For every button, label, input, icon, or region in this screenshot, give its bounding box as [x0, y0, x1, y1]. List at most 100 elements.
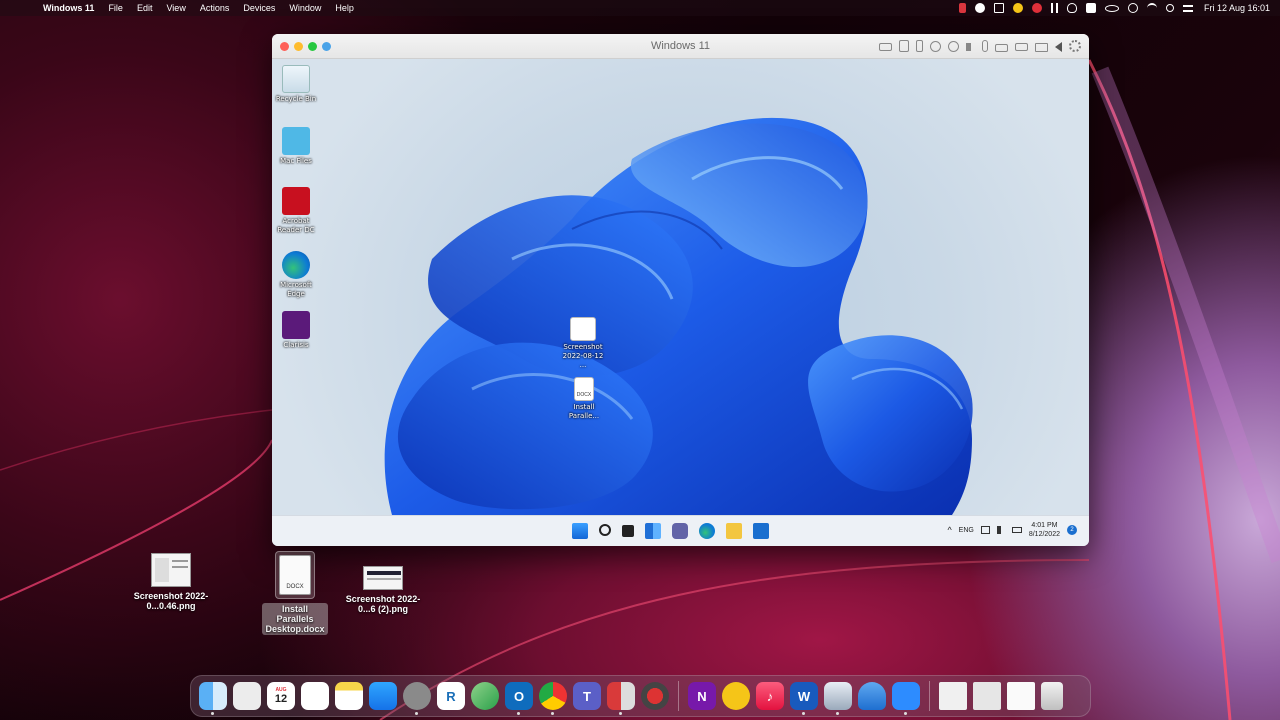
edge-taskbar-icon[interactable] — [699, 523, 715, 539]
battery-icon[interactable] — [1011, 527, 1022, 533]
teams-icon[interactable]: T — [573, 682, 601, 710]
language-indicator[interactable]: ENG — [959, 527, 974, 534]
menu-file[interactable]: File — [101, 3, 130, 13]
reminders-icon[interactable] — [301, 682, 329, 710]
trash-icon[interactable] — [1041, 682, 1063, 710]
printer-icon[interactable] — [995, 43, 1008, 52]
recycle-bin-shortcut[interactable]: Recycle Bin — [272, 65, 320, 104]
dock-separator — [929, 681, 930, 711]
keyboard-input-icon[interactable] — [1085, 3, 1096, 13]
menu-help[interactable]: Help — [328, 3, 361, 13]
screenshots-stack-icon[interactable] — [1007, 682, 1035, 710]
folder-icon — [282, 127, 310, 155]
zoom-icon[interactable] — [892, 682, 920, 715]
calendar-icon[interactable]: AUG 12 — [267, 682, 295, 710]
finder-icon[interactable] — [199, 682, 227, 715]
menu-edit[interactable]: Edit — [130, 3, 160, 13]
word-icon[interactable]: W — [790, 682, 818, 715]
task-view-icon[interactable] — [622, 525, 634, 537]
downloads-stack-icon[interactable] — [939, 682, 967, 710]
cyberduck-icon[interactable] — [722, 682, 750, 710]
selected-highlight: DOCX — [275, 551, 315, 599]
shared-folder-icon[interactable] — [1035, 42, 1048, 52]
mac-files-shortcut[interactable]: Mac Files — [272, 127, 320, 166]
notification-badge[interactable]: 2 — [1067, 525, 1077, 535]
volume-icon[interactable] — [996, 526, 1005, 534]
documents-stack-icon[interactable] — [973, 682, 1001, 710]
menu-actions[interactable]: Actions — [193, 3, 237, 13]
cpu-icon[interactable] — [899, 40, 909, 52]
search-icon[interactable] — [1165, 4, 1174, 12]
acrobat-icon — [282, 187, 310, 215]
parallels-icon[interactable] — [607, 682, 635, 715]
acrobat-label: Acrobat Reader DC — [277, 217, 315, 234]
acrobat-reader-shortcut[interactable]: Acrobat Reader DC — [272, 187, 320, 235]
rstudio-icon[interactable]: R — [437, 682, 465, 710]
start-button-icon[interactable] — [572, 523, 588, 539]
cherry-icon[interactable] — [641, 682, 669, 710]
app-store-icon[interactable] — [369, 682, 397, 710]
desktop-install-docx-file[interactable]: DOCX Install Paralle... — [560, 377, 608, 421]
play-icon[interactable] — [1127, 3, 1138, 13]
window-icon[interactable] — [993, 3, 1004, 13]
microphone-icon[interactable] — [982, 40, 988, 52]
camera-icon[interactable] — [1015, 43, 1028, 51]
globe-icon[interactable] — [948, 40, 959, 52]
microsoft-edge-shortcut[interactable]: Microsoft Edge — [272, 251, 320, 299]
menu-devices[interactable]: Devices — [236, 3, 282, 13]
clarisis-shortcut[interactable]: Clarisis — [272, 311, 320, 350]
mac-desktop-file-install-docx[interactable]: DOCX Install Parallels Desktop.docx — [249, 551, 341, 635]
arrow-left-icon[interactable] — [1055, 41, 1062, 52]
menu-view[interactable]: View — [159, 3, 192, 13]
gear-icon[interactable] — [1069, 40, 1081, 52]
profile-badge-icon[interactable] — [1012, 3, 1023, 13]
store-icon[interactable] — [753, 523, 769, 539]
file-explorer-icon[interactable] — [726, 523, 742, 539]
chevron-up-icon[interactable]: ^ — [947, 525, 951, 535]
taskbar-time: 4:01 PM — [1031, 522, 1058, 529]
menu-window[interactable]: Window — [282, 3, 328, 13]
taskbar-clock[interactable]: 4:01 PM 8/12/2022 — [1029, 521, 1060, 539]
search-icon[interactable] — [599, 524, 611, 536]
fork-knife-icon[interactable] — [1050, 3, 1058, 13]
mac-file-label-1: Screenshot 2022-0...0.46.png — [133, 591, 209, 611]
onedrive-icon[interactable] — [858, 682, 886, 710]
windows-taskbar: ^ ENG 4:01 PM 8/12/2022 2 — [272, 515, 1089, 546]
chrome-icon[interactable] — [539, 682, 567, 715]
preview-icon[interactable] — [824, 682, 852, 715]
cloud-app-icon[interactable] — [974, 3, 985, 13]
mac-desktop-file-screenshot-1[interactable]: Screenshot 2022-0...0.46.png — [125, 553, 217, 611]
outlook-icon[interactable]: O — [505, 682, 533, 715]
menu-app-name[interactable]: Windows 11 — [36, 3, 101, 13]
system-preferences-icon[interactable] — [403, 682, 431, 715]
teams-chat-icon[interactable] — [672, 523, 688, 539]
music-icon[interactable]: ♪ — [756, 682, 784, 710]
speaker-icon[interactable] — [966, 43, 975, 51]
network-off-icon[interactable] — [930, 40, 941, 52]
onenote-icon[interactable]: N — [688, 682, 716, 710]
menubar-clock[interactable]: Fri 12 Aug 16:01 — [1204, 3, 1270, 13]
vm-toolbar — [879, 40, 1081, 52]
no-entry-icon[interactable] — [1031, 3, 1042, 13]
infinity-icon[interactable] — [1104, 4, 1119, 12]
vm-title-bar[interactable]: Windows 11 — [272, 34, 1089, 59]
notes-icon[interactable] — [335, 682, 363, 710]
launchpad-icon[interactable] — [233, 682, 261, 710]
mac-desktop-file-screenshot-2[interactable]: Screenshot 2022-0...6 (2).png — [337, 566, 429, 614]
maps-icon[interactable] — [471, 682, 499, 710]
taskbar-date: 8/12/2022 — [1028, 531, 1060, 538]
network-icon[interactable] — [980, 526, 990, 534]
parallels-vm-window[interactable]: Windows 11 Recycle Bin Mac Files Acrobat… — [272, 34, 1089, 546]
recycle-bin-icon — [282, 65, 310, 93]
creative-cloud-icon[interactable] — [1066, 3, 1077, 13]
control-center-icon[interactable] — [1182, 4, 1193, 12]
usb-icon[interactable] — [916, 40, 923, 52]
wifi-icon[interactable] — [1146, 3, 1157, 13]
keyboard-icon[interactable] — [879, 43, 892, 51]
windows-desktop[interactable]: Recycle Bin Mac Files Acrobat Reader DC … — [272, 59, 1089, 515]
parallels-status-icon[interactable] — [958, 3, 966, 13]
widgets-icon[interactable] — [645, 523, 661, 539]
running-indicator — [415, 712, 418, 715]
edge-icon — [282, 251, 310, 279]
desktop-screenshot-file[interactable]: Screenshot 2022-08-12 ... — [559, 317, 607, 370]
